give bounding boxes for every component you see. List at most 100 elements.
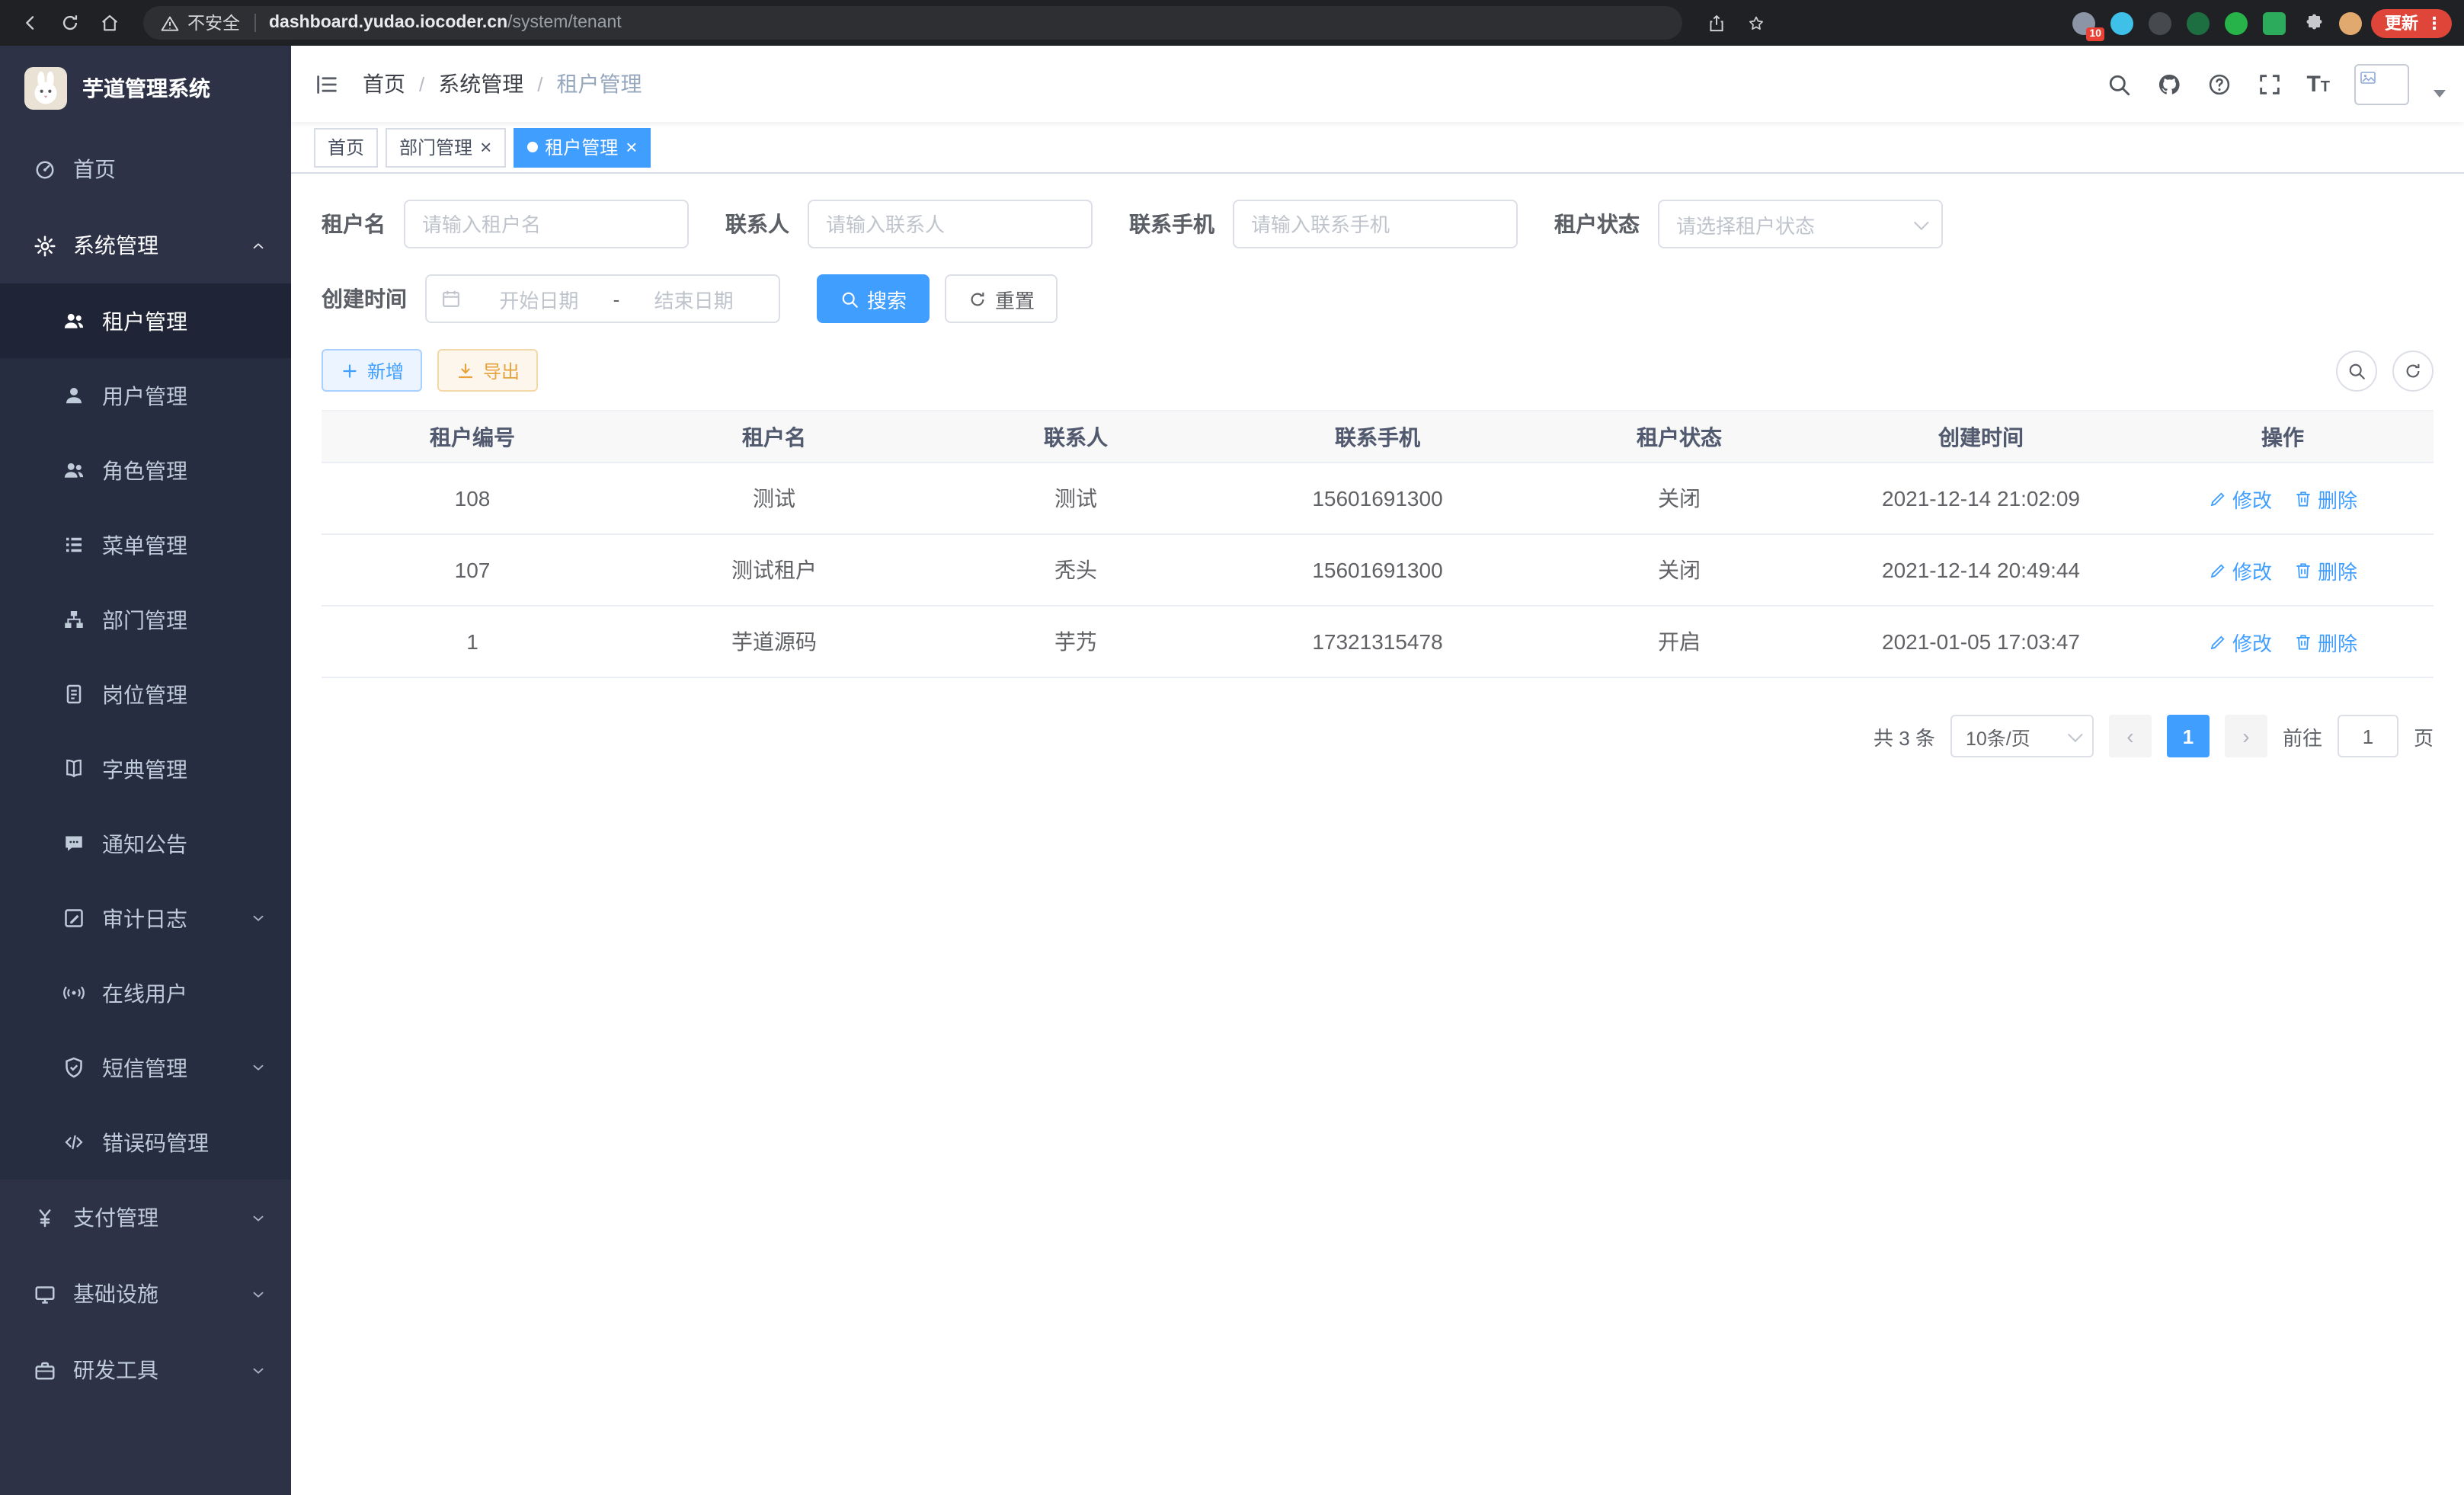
start-date-placeholder[interactable]: 开始日期	[468, 284, 610, 313]
download-icon	[456, 360, 475, 380]
extension-pin[interactable]: 10	[2072, 11, 2095, 34]
browser-menu-icon[interactable]: ⋮	[2426, 13, 2443, 33]
toggle-search-button[interactable]	[2336, 350, 2377, 391]
edit-button[interactable]: 修改	[2208, 627, 2272, 656]
edit-button[interactable]: 修改	[2208, 555, 2272, 584]
bookmark-button[interactable]	[1737, 5, 1774, 41]
contact-input[interactable]	[808, 200, 1093, 248]
fullscreen-icon[interactable]	[2256, 71, 2282, 97]
goto-page-input[interactable]	[2338, 715, 2398, 757]
home-button[interactable]	[91, 5, 128, 41]
logo-avatar	[24, 67, 67, 110]
create-time-range-picker[interactable]: 开始日期 - 结束日期	[425, 274, 780, 323]
logo-title: 芋道管理系统	[82, 73, 210, 104]
close-icon[interactable]: ×	[626, 137, 637, 157]
collapse-sidebar-button[interactable]	[291, 71, 363, 97]
contact-label: 联系人	[725, 209, 789, 239]
user-avatar[interactable]	[2354, 63, 2409, 104]
security-indicator[interactable]: 不安全	[160, 11, 240, 35]
sidebar-item-user[interactable]: 用户管理	[0, 358, 291, 433]
delete-button[interactable]: 删除	[2293, 484, 2357, 513]
extension-dark-green[interactable]	[2187, 11, 2210, 34]
current-page-button[interactable]: 1	[2167, 715, 2210, 757]
extension-dark-sphere[interactable]	[2149, 11, 2171, 34]
sidebar-item-notice[interactable]: 通知公告	[0, 806, 291, 881]
breadcrumb-item-home[interactable]: 首页	[363, 69, 405, 99]
sidebar-item-dev-tools[interactable]: 研发工具	[0, 1332, 291, 1408]
sidebar-item-sms[interactable]: 短信管理	[0, 1030, 291, 1105]
sidebar-item-label: 角色管理	[102, 455, 270, 485]
sidebar-item-role[interactable]: 角色管理	[0, 433, 291, 507]
sidebar-item-pay[interactable]: 支付管理	[0, 1180, 291, 1256]
extension-badge: 10	[2086, 27, 2104, 40]
cell-created: 2021-12-14 21:02:09	[1830, 463, 2132, 534]
tenant-status-select[interactable]: 请选择租户状态	[1658, 200, 1943, 248]
search-icon[interactable]	[2105, 71, 2131, 97]
tab-bar: 首页部门管理×租户管理×	[291, 122, 2464, 174]
cell-name: 测试	[623, 463, 925, 534]
share-button[interactable]	[1698, 5, 1734, 41]
add-button[interactable]: 新增	[322, 349, 422, 392]
sidebar-item-menu[interactable]: 菜单管理	[0, 507, 291, 582]
bookmark-star-icon	[1746, 13, 1765, 33]
close-icon[interactable]: ×	[480, 137, 491, 157]
tab-home[interactable]: 首页	[314, 127, 378, 167]
sidebar-item-audit-log[interactable]: 审计日志	[0, 881, 291, 956]
refresh-table-button[interactable]	[2392, 350, 2434, 391]
tab-dept[interactable]: 部门管理 ×	[386, 127, 505, 167]
notice-icon	[61, 832, 85, 855]
tab-label: 部门管理	[399, 134, 472, 160]
reset-button[interactable]: 重置	[945, 274, 1058, 323]
filter-phone: 联系手机	[1129, 200, 1518, 248]
export-button[interactable]: 导出	[437, 349, 538, 392]
chevron-down-icon[interactable]	[2434, 89, 2446, 97]
cell-id: 107	[322, 534, 623, 606]
tab-tenant[interactable]: 租户管理×	[513, 127, 651, 167]
sidebar-item-post[interactable]: 岗位管理	[0, 657, 291, 731]
active-tab-dot	[526, 142, 537, 152]
search-button[interactable]: 搜索	[817, 274, 930, 323]
extension-teal[interactable]	[2110, 11, 2133, 34]
update-button[interactable]: 更新 ⋮	[2371, 8, 2452, 37]
cell-name: 测试租户	[623, 534, 925, 606]
delete-button[interactable]: 删除	[2293, 555, 2357, 584]
profile-avatar[interactable]	[2339, 11, 2362, 34]
github-icon[interactable]	[2155, 71, 2181, 97]
prev-page-button[interactable]: ‹	[2109, 715, 2152, 757]
tenant-name-input[interactable]	[404, 200, 689, 248]
sidebar-item-dept[interactable]: 部门管理	[0, 582, 291, 657]
sidebar-logo[interactable]: 芋道管理系统	[0, 46, 291, 131]
extensions-puzzle[interactable]	[2301, 11, 2324, 34]
delete-button[interactable]: 删除	[2293, 627, 2357, 656]
sidebar-item-system[interactable]: 系统管理	[0, 207, 291, 283]
page-size-select[interactable]: 10条/页	[1950, 715, 2094, 757]
reload-button[interactable]	[52, 5, 88, 41]
end-date-placeholder[interactable]: 结束日期	[622, 284, 765, 313]
edit-button[interactable]: 修改	[2208, 484, 2272, 513]
sidebar-item-label: 首页	[73, 154, 270, 184]
phone-input[interactable]	[1233, 200, 1518, 248]
cell-actions: 修改删除	[2132, 463, 2434, 534]
chevron-up-icon	[245, 237, 270, 254]
sidebar-item-error-code[interactable]: 错误码管理	[0, 1105, 291, 1180]
next-page-button[interactable]: ›	[2225, 715, 2267, 757]
extension-bright-green[interactable]	[2225, 11, 2248, 34]
back-button[interactable]	[12, 5, 49, 41]
sidebar-item-home[interactable]: 首页	[0, 131, 291, 207]
cell-contact: 测试	[925, 463, 1227, 534]
cell-created: 2021-01-05 17:03:47	[1830, 606, 2132, 677]
help-icon[interactable]	[2206, 71, 2232, 97]
chevron-down-icon	[245, 1209, 270, 1226]
url-bar[interactable]: 不安全 dashboard.yudao.iocoder.cn/system/te…	[143, 6, 1682, 40]
sidebar-item-dict[interactable]: 字典管理	[0, 731, 291, 806]
pay-icon	[32, 1206, 56, 1229]
sidebar-item-infra[interactable]: 基础设施	[0, 1256, 291, 1332]
extension-green-square[interactable]	[2263, 11, 2286, 34]
font-size-icon[interactable]: TT	[2306, 71, 2330, 97]
breadcrumb-item-system[interactable]: 系统管理	[438, 69, 523, 99]
edit-icon	[2208, 560, 2228, 580]
sidebar-item-tenant[interactable]: 租户管理	[0, 283, 291, 358]
main-content: 租户名 联系人 联系手机 租户状态 请选择租户状态	[291, 174, 2464, 1495]
filter-create-time: 创建时间 开始日期 - 结束日期	[322, 274, 780, 323]
sidebar-item-online-user[interactable]: 在线用户	[0, 956, 291, 1030]
